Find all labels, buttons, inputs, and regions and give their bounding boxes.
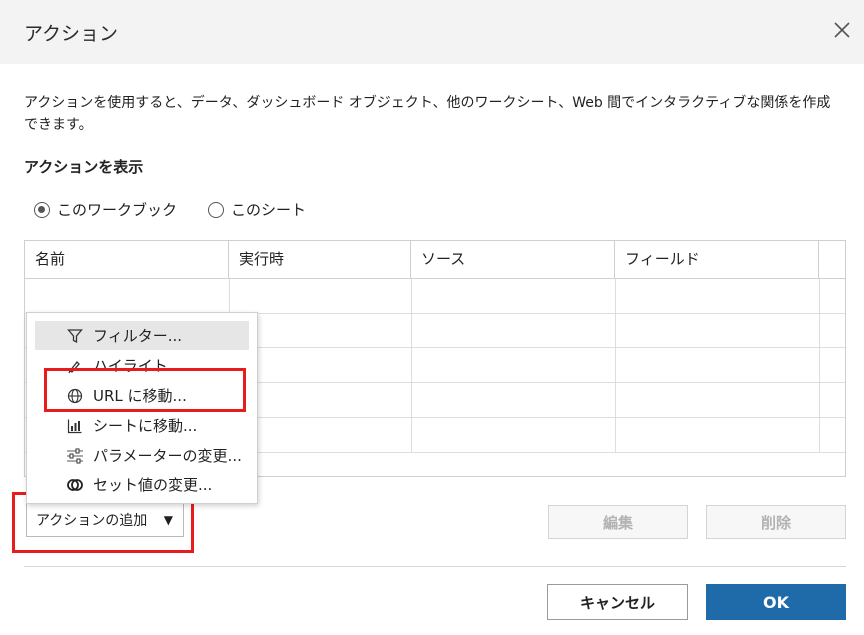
- column-header-run-on[interactable]: 実行時: [229, 241, 411, 278]
- column-header-name[interactable]: 名前: [25, 241, 229, 278]
- menu-item-label: フィルター...: [93, 327, 183, 345]
- radio-unselected-icon: [208, 201, 224, 218]
- menu-item-change-set-values[interactable]: セット値の変更...: [35, 470, 249, 499]
- menu-item-change-parameter[interactable]: パラメーターの変更...: [35, 441, 249, 470]
- menu-item-filter[interactable]: フィルター...: [35, 321, 249, 350]
- menu-item-label: パラメーターの変更...: [93, 447, 242, 465]
- menu-item-label: シートに移動...: [93, 417, 198, 435]
- filter-icon: [65, 327, 85, 345]
- table-col-divider: [615, 279, 616, 453]
- table-col-divider: [819, 279, 820, 453]
- sliders-icon: [65, 447, 85, 465]
- ok-button[interactable]: OK: [706, 584, 846, 620]
- radio-selected-icon: [34, 201, 50, 218]
- highlight-box-go-to-url: [44, 368, 246, 412]
- footer-divider: [24, 566, 846, 567]
- radio-this-sheet-label: このシート: [231, 201, 307, 219]
- radio-this-workbook-label: このワークブック: [57, 201, 178, 219]
- dialog-title: アクション: [24, 23, 119, 45]
- sheet-chart-icon: [65, 417, 85, 435]
- table-header: 名前 実行時 ソース フィールド: [25, 241, 845, 279]
- show-actions-label: アクションを表示: [24, 158, 144, 176]
- table-col-divider: [411, 279, 412, 453]
- radio-this-workbook[interactable]: このワークブック: [34, 199, 177, 220]
- edit-button[interactable]: 編集: [548, 505, 688, 539]
- menu-item-label: セット値の変更...: [93, 476, 213, 494]
- column-header-source[interactable]: ソース: [411, 241, 615, 278]
- menu-item-go-to-sheet[interactable]: シートに移動...: [35, 411, 249, 440]
- column-header-field[interactable]: フィールド: [615, 241, 819, 278]
- delete-button[interactable]: 削除: [706, 505, 846, 539]
- dialog-header: アクション: [0, 0, 864, 64]
- radio-this-sheet[interactable]: このシート: [208, 199, 306, 220]
- set-circles-icon: [65, 476, 85, 494]
- close-icon[interactable]: [832, 20, 852, 40]
- cancel-button[interactable]: キャンセル: [547, 584, 688, 620]
- dialog-description: アクションを使用すると、データ、ダッシュボード オブジェクト、他のワークシート、…: [24, 95, 831, 133]
